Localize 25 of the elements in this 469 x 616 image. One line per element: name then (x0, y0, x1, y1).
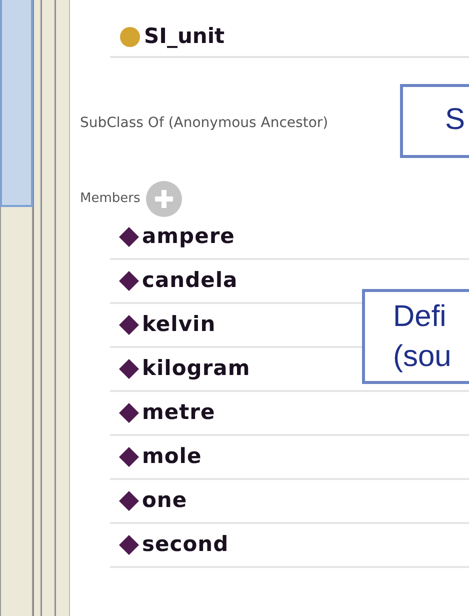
callout-text: S (400, 84, 469, 158)
splitter-bar[interactable] (33, 0, 41, 616)
individual-name[interactable]: mole (142, 441, 202, 473)
callout-text: Defi (sou (362, 289, 469, 384)
individual-name[interactable]: kelvin (142, 309, 216, 341)
add-icon[interactable] (146, 181, 182, 217)
individual-name[interactable]: metre (142, 397, 216, 429)
section-label: Members (80, 190, 140, 208)
diamond-icon (118, 534, 140, 556)
individual-name[interactable]: candela (142, 265, 238, 297)
individual-name[interactable]: ampere (142, 221, 235, 253)
diamond-icon (118, 402, 140, 424)
individual-name[interactable]: kilogram (142, 353, 250, 385)
section-label: SubClass Of (Anonymous Ancestor) (80, 114, 328, 133)
diamond-icon (118, 270, 140, 292)
diamond-icon (118, 226, 140, 248)
individual-name[interactable]: second (142, 529, 229, 561)
splitter-bar[interactable] (41, 0, 55, 616)
diamond-icon (118, 358, 140, 380)
class-name[interactable]: SI_unit (144, 21, 225, 53)
diamond-icon (118, 446, 140, 468)
diamond-icon (118, 490, 140, 512)
individual-name[interactable]: one (142, 485, 188, 517)
splitter-bar[interactable] (55, 0, 70, 616)
diamond-icon (118, 314, 140, 336)
